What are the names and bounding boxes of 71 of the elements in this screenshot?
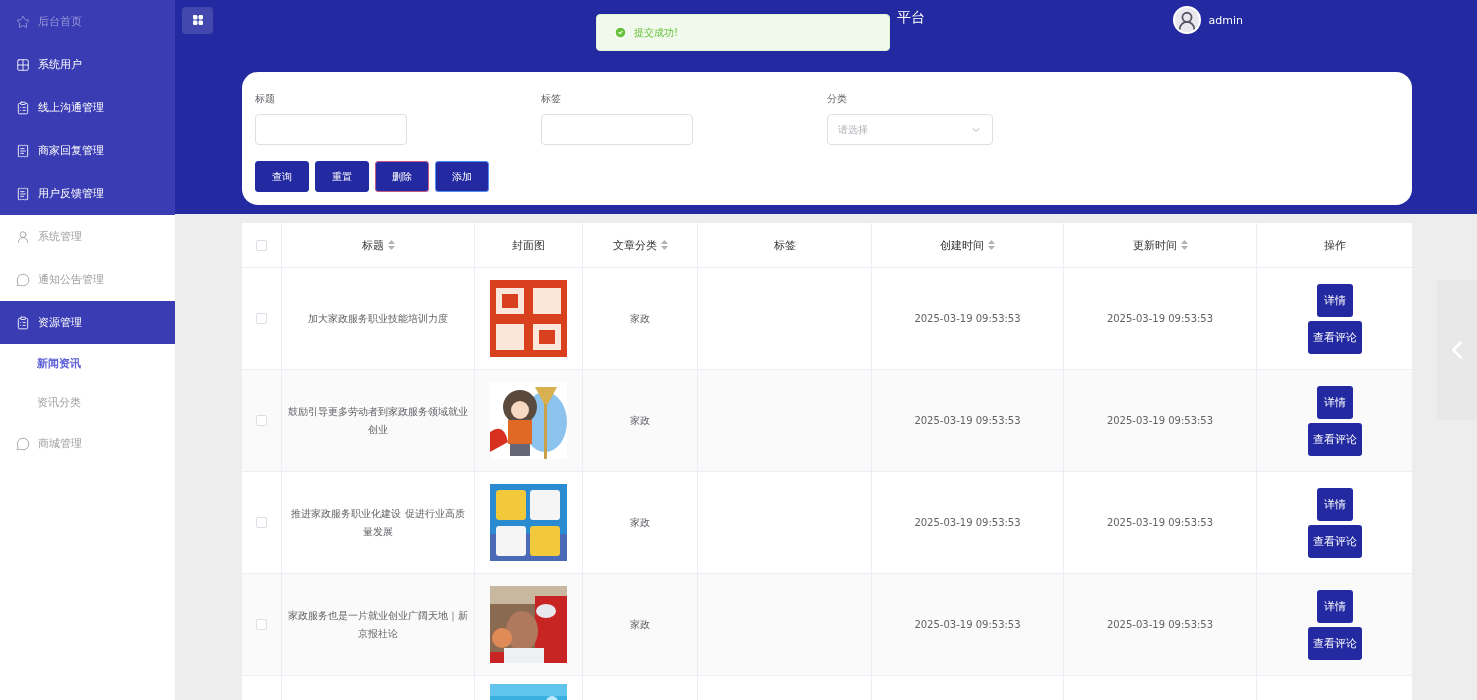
table-cell-text: 家政服务也是一片就业创业广阔天地｜新京报社论 — [288, 608, 468, 641]
input-field[interactable] — [541, 114, 693, 145]
grid-icon — [191, 14, 204, 26]
field-label: 标签 — [541, 92, 562, 106]
details-button[interactable]: 详情 — [1316, 589, 1353, 623]
input-field[interactable] — [255, 114, 407, 145]
table-cell-text: 2025-03-19 09:53:53 — [1106, 311, 1214, 326]
details-button[interactable]: 详情 — [1316, 283, 1353, 317]
checkbox[interactable] — [256, 517, 267, 528]
sort-icon — [387, 240, 395, 250]
check-icon — [614, 26, 627, 39]
table-cell-text: 家政 — [630, 311, 650, 326]
username: admin — [1208, 13, 1243, 27]
sidebar-subitem[interactable]: 新闻资讯 — [0, 344, 175, 383]
column-header[interactable]: 标题 — [361, 237, 395, 253]
star-icon — [16, 14, 30, 29]
table-cell-text: 加大家政服务职业技能培训力度 — [308, 311, 448, 326]
table-cell-text: 2025-03-19 09:53:53 — [914, 413, 1021, 428]
column-header[interactable]: 创建时间 — [940, 237, 995, 253]
clipboard-icon — [16, 315, 30, 330]
field-label: 标题 — [255, 92, 276, 106]
details-button[interactable]: 详情 — [1316, 487, 1353, 521]
action-button[interactable]: 删除 — [375, 161, 429, 192]
sidebar-item[interactable]: 资源管理 — [0, 301, 175, 344]
table-cell-text: 2025-03-19 09:53:53 — [1106, 413, 1214, 428]
table-cell-text: 推进家政服务职业化建设 促进行业高质量发展 — [290, 506, 466, 539]
table-cell-text: 2025-03-19 09:53:53 — [1106, 617, 1214, 632]
sort-icon — [660, 240, 668, 250]
receipt-icon — [16, 186, 30, 201]
comments-button[interactable]: 查看评论 — [1307, 320, 1362, 354]
table-cell-text: 家政 — [630, 515, 650, 530]
column-header[interactable]: 文章分类 — [612, 237, 668, 253]
details-button[interactable]: 详情 — [1316, 385, 1353, 419]
table-cell-text: 2025-03-19 09:53:53 — [914, 311, 1021, 326]
sidebar-item[interactable]: 商家回复管理 — [0, 129, 175, 172]
checkbox[interactable] — [256, 239, 267, 251]
user-icon — [16, 229, 30, 244]
sort-icon — [988, 240, 995, 250]
column-header: 标签 — [773, 237, 796, 253]
field-label: 分类 — [827, 92, 848, 106]
column-header: 操作 — [1323, 237, 1346, 253]
comments-button[interactable]: 查看评论 — [1307, 422, 1362, 456]
table-cell-text: 家政 — [630, 413, 650, 428]
action-button[interactable]: 重置 — [315, 161, 369, 192]
chat-icon — [16, 436, 30, 451]
grid-icon — [16, 57, 30, 72]
checkbox[interactable] — [256, 619, 267, 630]
comments-button[interactable]: 查看评论 — [1307, 626, 1362, 660]
column-header[interactable]: 更新时间 — [1132, 237, 1188, 253]
sidebar-item[interactable]: 线上沟通管理 — [0, 86, 175, 129]
checkbox[interactable] — [256, 313, 267, 324]
table-cell-text: 2025-03-19 09:53:53 — [914, 515, 1021, 530]
clipboard-icon — [16, 100, 30, 115]
column-header: 封面图 — [512, 237, 545, 253]
sort-icon — [1180, 240, 1188, 250]
avatar — [1172, 6, 1201, 34]
table-cell-text: 2025-03-19 09:53:53 — [914, 617, 1021, 632]
sidebar-item[interactable]: 用户反馈管理 — [0, 172, 175, 215]
menu-button[interactable] — [182, 6, 213, 34]
table-cell-text: 家政 — [630, 617, 650, 632]
platform-title: 平台 — [897, 9, 925, 27]
table-cell-text: 2025-03-19 09:53:53 — [1106, 515, 1214, 530]
action-button[interactable]: 查询 — [255, 161, 309, 192]
chat-icon — [16, 272, 30, 287]
receipt-icon — [16, 143, 30, 158]
checkbox[interactable] — [256, 415, 267, 426]
comments-button[interactable]: 查看评论 — [1307, 524, 1362, 558]
sidebar-item[interactable]: 系统用户 — [0, 43, 175, 86]
toast-message: 提交成功! — [634, 25, 678, 40]
table-cell-text: 鼓励引导更多劳动者到家政服务领域就业创业 — [288, 404, 468, 437]
action-button[interactable]: 添加 — [435, 161, 489, 192]
